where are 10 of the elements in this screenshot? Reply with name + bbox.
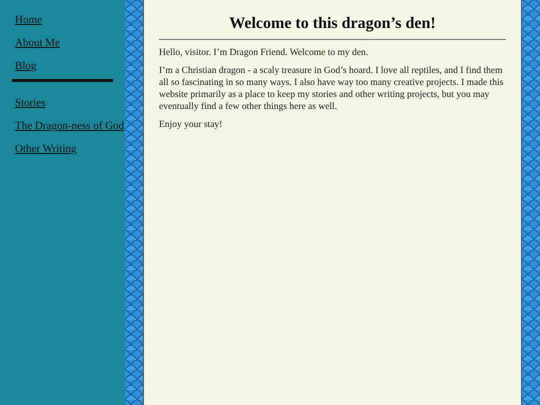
nav-link[interactable]: Blog — [15, 58, 36, 75]
nav-link[interactable]: Other Writing — [15, 141, 76, 158]
page-heading: Welcome to this dragon’s den! — [228, 14, 437, 34]
paragraph: I’m a Christian dragon - a scaly treasure in God’s hoard. I love all reptiles, and I find them all so fascinating in so many ways. I also have way too many creative projects. I made this website primarily as a place to keep my stories and other writing projects, but you may eventually find a few other things here as well. — [159, 65, 504, 113]
nav-link[interactable]: The Dragon-ness of God — [15, 118, 124, 135]
paragraph: Hello, visitor. I’m Dragon Friend. Welcome to my den. — [159, 47, 370, 59]
nav-link[interactable]: Home — [15, 12, 42, 29]
nav-link[interactable]: About Me — [15, 35, 60, 52]
nav-link[interactable]: Stories — [15, 95, 46, 112]
paragraph: Enjoy your stay! — [159, 119, 224, 131]
